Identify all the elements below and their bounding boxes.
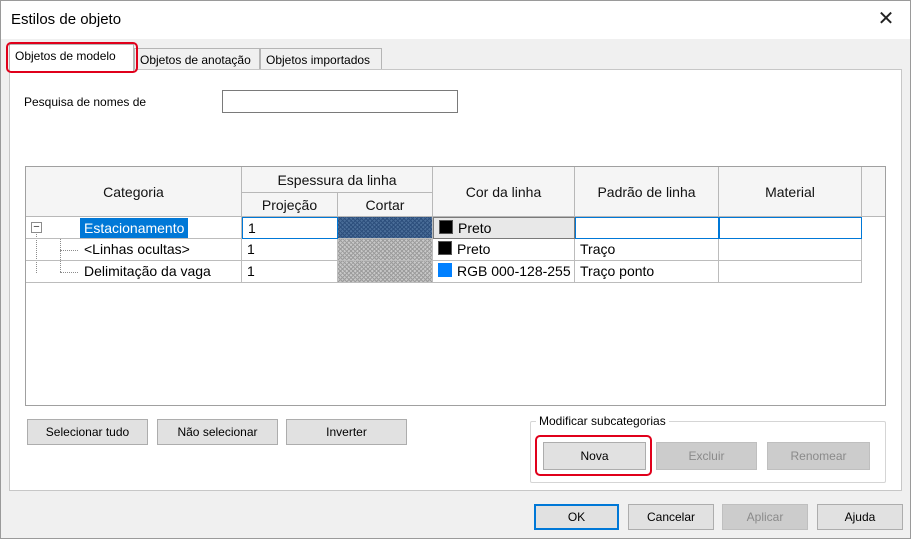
tab-model-objects[interactable]: Objetos de modelo: [9, 44, 134, 71]
header-padrao[interactable]: Padrão de linha: [575, 167, 719, 217]
header-cor[interactable]: Cor da linha: [433, 167, 575, 217]
row-color-name: Preto: [457, 241, 491, 257]
row-pattern[interactable]: Traço ponto: [575, 261, 719, 283]
row-color-name: RGB 000-128-255: [457, 263, 571, 279]
row-material[interactable]: [719, 261, 862, 283]
search-input[interactable]: [222, 90, 458, 113]
apply-button[interactable]: Aplicar: [722, 504, 808, 530]
invert-button[interactable]: Inverter: [286, 419, 407, 445]
row-pattern[interactable]: [575, 217, 719, 239]
tab-imported-objects[interactable]: Objetos importados: [260, 48, 382, 70]
row-projection[interactable]: 1: [242, 217, 338, 239]
row-color-name: Preto: [458, 220, 492, 236]
header-projecao[interactable]: Projeção: [242, 193, 338, 217]
row-material[interactable]: [719, 239, 862, 261]
row-pattern[interactable]: Traço: [575, 239, 719, 261]
tab-annotation-objects[interactable]: Objetos de anotação: [134, 48, 260, 70]
tab-label: Objetos de modelo: [15, 49, 116, 63]
window-title: Estilos de objeto: [11, 11, 122, 28]
search-label: Pesquisa de nomes de: [24, 95, 147, 109]
color-swatch: [438, 241, 452, 255]
header-cortar[interactable]: Cortar: [338, 193, 433, 217]
header-material[interactable]: Material: [719, 167, 862, 217]
color-swatch: [438, 263, 452, 277]
tab-label: Objetos importados: [266, 53, 371, 67]
row-category-name[interactable]: Estacionamento: [80, 218, 189, 238]
tab-label: Objetos de anotação: [140, 53, 251, 67]
row-category-name[interactable]: <Linhas ocultas>: [26, 239, 242, 261]
color-swatch: [439, 220, 453, 234]
row-projection[interactable]: 1: [242, 261, 338, 283]
rename-subcategory-button[interactable]: Renomear: [767, 442, 870, 470]
select-none-button[interactable]: Não selecionar: [157, 419, 278, 445]
subcategories-group-label: Modificar subcategorias: [536, 414, 669, 428]
row-color[interactable]: Preto: [433, 217, 575, 239]
object-styles-table: Categoria Espessura da linha Projeção Co…: [25, 166, 886, 406]
select-all-button[interactable]: Selecionar tudo: [27, 419, 148, 445]
header-categoria[interactable]: Categoria: [26, 167, 242, 217]
new-subcategory-button[interactable]: Nova: [543, 442, 646, 470]
row-projection[interactable]: 1: [242, 239, 338, 261]
row-cut-hatched: [338, 261, 433, 283]
help-button[interactable]: Ajuda: [817, 504, 903, 530]
header-filler: [862, 167, 885, 217]
header-espessura: Espessura da linha: [242, 167, 433, 193]
row-cut-hatched: [338, 217, 433, 239]
close-icon[interactable]: ✕: [876, 9, 896, 29]
delete-subcategory-button[interactable]: Excluir: [656, 442, 757, 470]
ok-button[interactable]: OK: [534, 504, 619, 530]
row-cut-hatched: [338, 239, 433, 261]
cancel-button[interactable]: Cancelar: [628, 504, 714, 530]
title-bar: Estilos de objeto ✕: [1, 1, 910, 39]
row-category-name[interactable]: Delimitação da vaga: [26, 261, 242, 283]
row-color[interactable]: Preto: [433, 239, 575, 261]
row-material[interactable]: [719, 217, 862, 239]
row-color[interactable]: RGB 000-128-255: [433, 261, 575, 283]
